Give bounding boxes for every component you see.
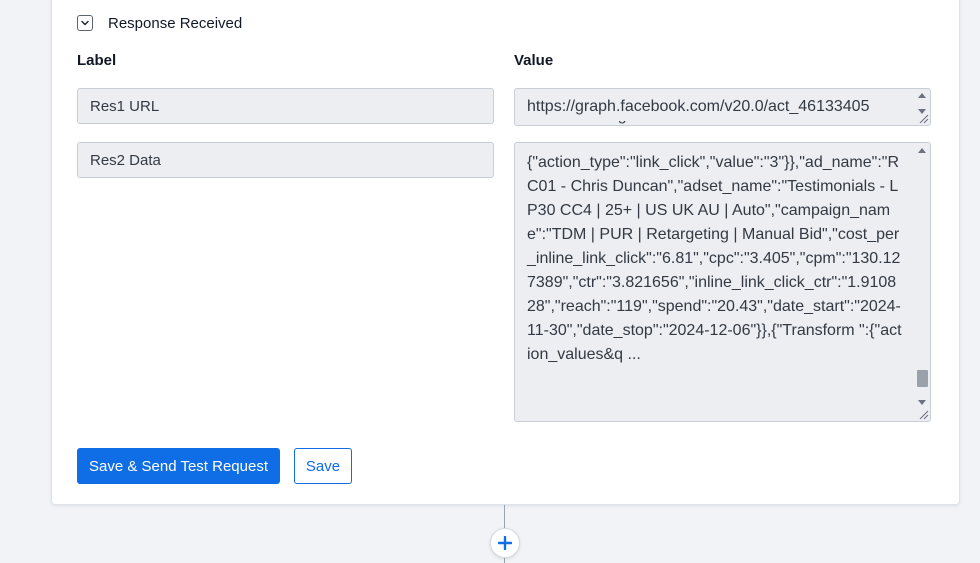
res1-value-text: https://graph.facebook.com/v20.0/act_461… bbox=[527, 98, 870, 115]
add-step-button[interactable] bbox=[490, 528, 520, 558]
label-column-header: Label bbox=[77, 52, 117, 69]
res1-label-text: Res1 URL bbox=[90, 97, 160, 115]
res2-scrollbar[interactable] bbox=[915, 144, 929, 407]
res1-value-overflow: 1871914/insights? bbox=[527, 121, 902, 125]
save-button[interactable]: Save bbox=[294, 448, 352, 484]
scroll-up-arrow-icon[interactable] bbox=[918, 148, 926, 153]
res1-scrollbar[interactable] bbox=[915, 90, 929, 114]
res1-label-field[interactable]: Res1 URL bbox=[77, 88, 494, 124]
resize-grip-icon[interactable] bbox=[918, 409, 929, 420]
res2-value-field[interactable]: CK" {"action_type":"link_click","value":… bbox=[514, 142, 931, 422]
res2-cut-line: CK" bbox=[527, 143, 555, 147]
res2-value-text: {"action_type":"link_click","value":"3"}… bbox=[527, 154, 902, 363]
scroll-thumb[interactable] bbox=[917, 370, 928, 387]
save-send-test-request-button[interactable]: Save & Send Test Request bbox=[77, 448, 280, 484]
res2-label-text: Res2 Data bbox=[90, 151, 161, 169]
res1-value-field[interactable]: https://graph.facebook.com/v20.0/act_461… bbox=[514, 88, 931, 126]
scroll-down-arrow-icon[interactable] bbox=[918, 400, 926, 405]
res2-label-field[interactable]: Res2 Data bbox=[77, 142, 494, 178]
section-header: Response Received bbox=[77, 13, 242, 33]
resize-grip-icon[interactable] bbox=[918, 113, 929, 124]
scroll-up-arrow-icon[interactable] bbox=[918, 93, 926, 98]
chevron-down-icon[interactable] bbox=[77, 15, 93, 31]
plus-icon bbox=[498, 536, 512, 550]
value-column-header: Value bbox=[514, 52, 554, 69]
section-title: Response Received bbox=[108, 14, 243, 32]
